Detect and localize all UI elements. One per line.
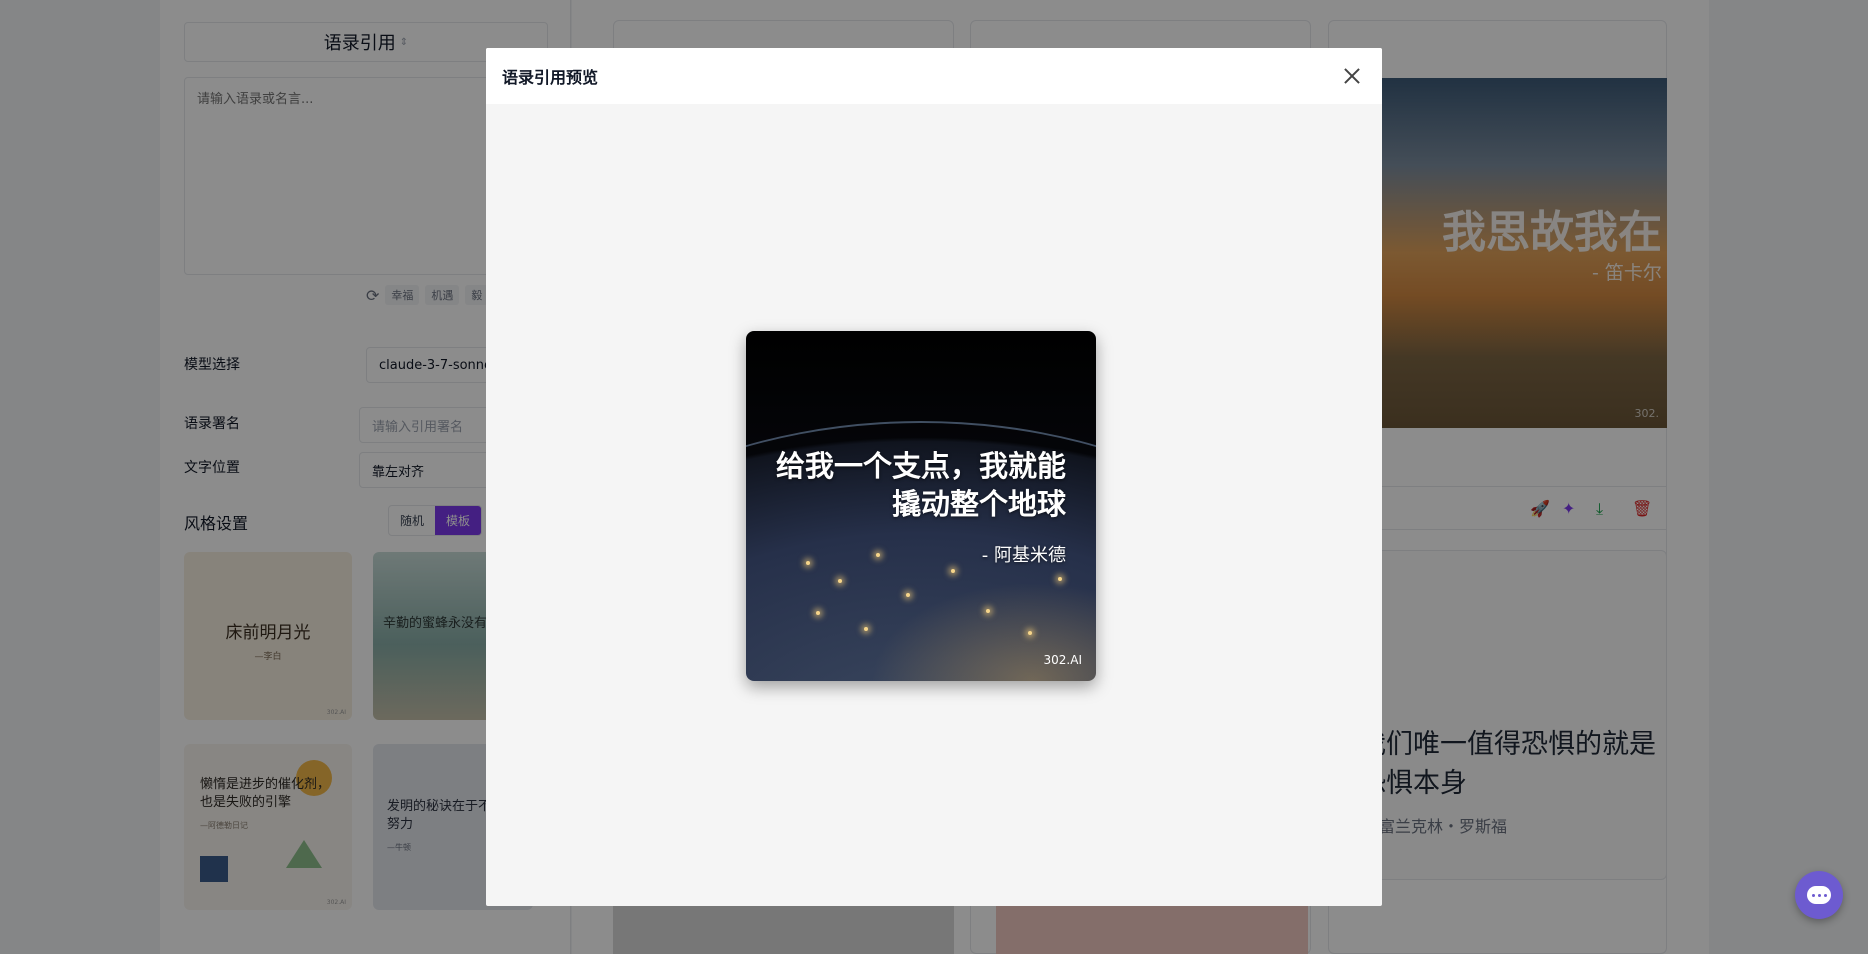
city-light [1028,631,1032,635]
modal-title: 语录引用预览 [502,68,599,87]
city-light [906,593,910,597]
city-light [816,611,820,615]
preview-author: - 阿基米德 [981,545,1066,566]
chat-button[interactable] [1795,871,1843,919]
city-light [951,569,955,573]
city-light [806,561,810,565]
chat-icon [1807,886,1831,904]
preview-brand: 302.AI [1043,653,1082,667]
preview-image: 给我一个支点，我就能撬动整个地球 - 阿基米德 302.AI [746,331,1096,681]
city-light [864,627,868,631]
close-icon[interactable] [1340,64,1364,88]
city-light [838,579,842,583]
city-light [986,609,990,613]
preview-quote: 给我一个支点，我就能撬动整个地球 [775,449,1066,521]
preview-modal: 语录引用预览 给我一个支点，我就能撬动整个地球 - 阿基米德 302.AI [486,48,1382,906]
city-light [1058,577,1062,581]
modal-header: 语录引用预览 [486,48,1382,104]
city-light [876,553,880,557]
